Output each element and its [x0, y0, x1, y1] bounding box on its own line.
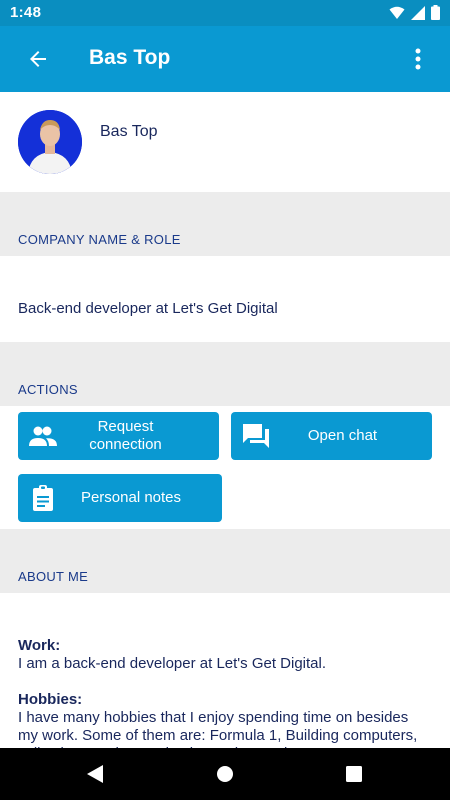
status-bar: 1:48 [0, 0, 450, 26]
page-title: Bas Top [89, 46, 171, 69]
section-divider [0, 192, 450, 232]
avatar [18, 110, 82, 174]
request-connection-button[interactable]: Request connection [18, 412, 219, 460]
triangle-back-icon [87, 765, 103, 783]
nav-home-button[interactable] [213, 762, 237, 786]
chat-icon [239, 412, 273, 460]
system-nav-bar [0, 748, 450, 800]
people-icon [26, 412, 60, 460]
arrow-left-icon [30, 51, 46, 67]
nav-back-button[interactable] [83, 762, 107, 786]
app-bar: Bas Top [0, 26, 450, 92]
actions-block: Request connection Open chat Personal no… [0, 406, 450, 529]
profile-name: Bas Top [100, 123, 158, 140]
section-header-about: ABOUT ME [0, 569, 450, 593]
about-hobbies-text: I have many hobbies that I enjoy spendin… [18, 709, 418, 748]
about-work-text: I am a back-end developer at Let's Get D… [18, 655, 327, 672]
personal-notes-button[interactable]: Personal notes [18, 474, 222, 522]
open-chat-button[interactable]: Open chat [231, 412, 432, 460]
nav-recents-button[interactable] [342, 762, 366, 786]
about-me-block: Work: I am a back-end developer at Let's… [0, 593, 450, 748]
profile-header: Bas Top [0, 92, 450, 192]
about-work-heading: Work: [18, 637, 61, 654]
more-options-button[interactable] [406, 43, 430, 75]
status-icons [389, 5, 440, 20]
wifi-icon [389, 6, 405, 19]
section-divider [0, 529, 450, 569]
avatar-person-icon [18, 110, 82, 174]
section-header-actions: ACTIONS [0, 382, 450, 406]
back-button[interactable] [20, 43, 56, 75]
clipboard-icon [26, 474, 60, 522]
square-recents-icon [346, 766, 362, 782]
section-divider [0, 342, 450, 382]
about-hobbies-heading: Hobbies: [18, 691, 83, 708]
company-role-text: Back-end developer at Let's Get Digital [18, 300, 278, 317]
more-vert-icon [415, 48, 421, 70]
battery-icon [431, 5, 440, 20]
signal-icon [411, 5, 425, 20]
section-header-company: COMPANY NAME & ROLE [0, 232, 450, 256]
profile-content[interactable]: Bas Top COMPANY NAME & ROLE Back-end dev… [0, 92, 450, 748]
circle-home-icon [217, 766, 233, 782]
company-role-block: Back-end developer at Let's Get Digital [0, 256, 450, 342]
status-time: 1:48 [10, 4, 42, 21]
